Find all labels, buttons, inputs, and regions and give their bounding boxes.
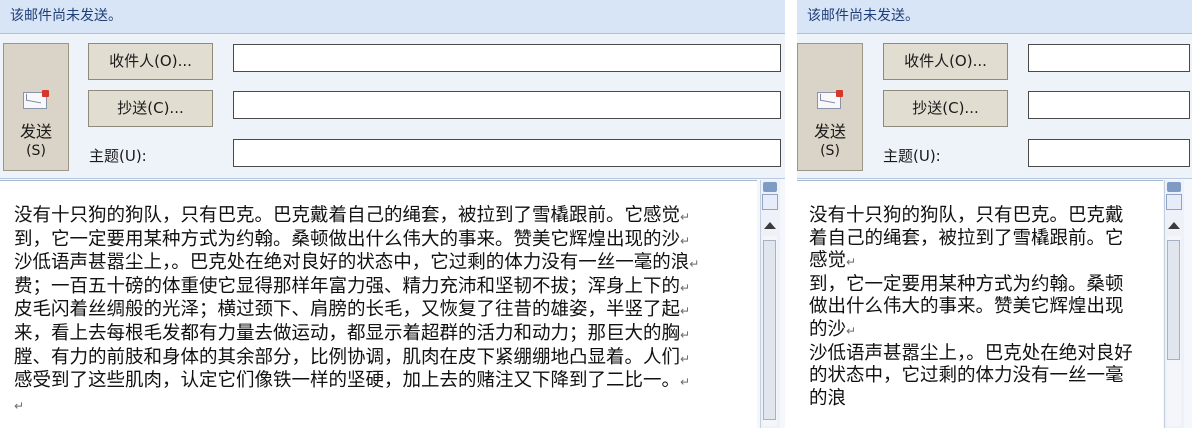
message-body[interactable]: 没有十只狗的狗队，只有巴克。巴克戴着自己的绳套，被拉到了雪橇跟前。它感觉↵ 到，… [0, 180, 757, 428]
body-line: 沙低语声甚嚣尘上，。巴克处在绝对良好 [809, 342, 1133, 364]
body-line: 没有十只狗的狗队，只有巴克。巴克戴 [809, 205, 1124, 226]
message-window-right: 该邮件尚未发送。 发送 (S) 收件人(O)... 抄送(C)... 主题(U)… [797, 0, 1192, 428]
envelope-send-icon [23, 90, 49, 109]
body-line: 沙低语声甚嚣尘上，。巴克处在绝对良好的状态中，它过剩的体力没有一丝一毫的浪↵ [14, 252, 700, 274]
paragraph-mark-icon: ↵ [680, 351, 691, 366]
send-button-label: 发送 [813, 122, 846, 141]
split-handle-icon[interactable] [763, 182, 777, 192]
paragraph-mark-icon: ↵ [680, 210, 691, 224]
message-body[interactable]: 没有十只狗的狗队，只有巴克。巴克戴 着自己的绳套，被拉到了雪橇跟前。它 感觉↵ … [797, 180, 1163, 428]
scroll-up-arrow-icon[interactable] [1168, 222, 1180, 229]
paragraph-mark-icon: ↵ [680, 233, 691, 248]
paragraph-mark-icon: ↵ [680, 327, 691, 342]
send-button-shortcut: (S) [26, 143, 46, 159]
info-bar: 该邮件尚未发送。 [797, 0, 1192, 34]
cc-button[interactable]: 抄送(C)... [883, 90, 1008, 127]
body-line: 感受到了这些肌肉，认定它们像铁一样的坚硬，加上去的赌注又下降到了二比一。↵ [14, 370, 691, 392]
paragraph-mark-icon: ↵ [846, 255, 857, 270]
body-line: 的状态中，它过剩的体力没有一丝一毫 [809, 365, 1124, 387]
cc-field[interactable] [1028, 91, 1190, 119]
to-field[interactable] [1028, 44, 1190, 72]
scroll-up-arrow-icon[interactable] [764, 222, 776, 229]
scroll-thumb[interactable] [763, 240, 776, 420]
body-line: 做出什么伟大的事来。赞美它辉煌出现 [809, 296, 1124, 318]
subject-field[interactable] [1028, 139, 1190, 167]
paragraph-mark-icon: ↵ [680, 280, 691, 295]
message-window-left: 该邮件尚未发送。 发送 (S) 收件人(O)... 抄送(C)... 主题(U)… [0, 0, 785, 428]
paragraph-mark-icon: ↵ [14, 398, 25, 413]
vertical-scrollbar[interactable] [1164, 180, 1184, 428]
body-line: 费；一百五十磅的体重使它显得那样年富力强、精力充沛和坚韧不拔；浑身上下的↵ [14, 275, 691, 297]
paragraph-mark-icon: ↵ [689, 257, 700, 272]
info-bar: 该邮件尚未发送。 [0, 0, 785, 34]
send-button[interactable]: 发送 (S) [3, 43, 69, 171]
view-ruler-icon[interactable] [1166, 194, 1182, 210]
to-button[interactable]: 收件人(O)... [88, 43, 213, 80]
subject-label: 主题(U): [883, 147, 941, 165]
paragraph-mark-icon: ↵ [680, 375, 691, 390]
body-line: 感觉↵ [809, 250, 857, 272]
message-header: 发送 (S) 收件人(O)... 抄送(C)... 主题(U): [797, 34, 1192, 179]
scroll-thumb[interactable] [1167, 240, 1180, 360]
vertical-scrollbar[interactable] [760, 180, 780, 428]
view-ruler-icon[interactable] [762, 194, 778, 210]
send-button-shortcut: (S) [820, 143, 840, 159]
body-line: 没有十只狗的狗队，只有巴克。巴克戴着自己的绳套，被拉到了雪橇跟前。它感觉↵ [14, 205, 691, 226]
envelope-send-icon [817, 90, 843, 109]
subject-field[interactable] [233, 139, 781, 167]
cc-button[interactable]: 抄送(C)... [88, 90, 213, 127]
image-gap [785, 0, 797, 428]
body-line: 来，看上去每根毛发都有力量去做运动，都显示着超群的活力和动力；那巨大的胸↵ [14, 322, 691, 344]
message-header: 发送 (S) 收件人(O)... 抄送(C)... 主题(U): [0, 34, 785, 179]
cc-field[interactable] [233, 91, 781, 119]
paragraph-mark-icon: ↵ [846, 323, 857, 338]
body-line: 到，它一定要用某种方式为约翰。桑顿做出什么伟大的事来。赞美它辉煌出现的沙↵ [14, 228, 691, 250]
body-line: 膛、有力的前肢和身体的其余部分，比例协调，肌肉在皮下紧绷绷地凸显着。人们↵ [14, 346, 691, 368]
body-line: ↵ [14, 394, 757, 418]
to-field[interactable] [233, 44, 781, 72]
send-button[interactable]: 发送 (S) [797, 43, 863, 171]
body-line: 到，它一定要用某种方式为约翰。桑顿 [809, 273, 1124, 295]
body-line: 的沙↵ [809, 318, 857, 340]
to-button[interactable]: 收件人(O)... [883, 43, 1008, 80]
body-line: 皮毛闪着丝绸般的光泽；横过颈下、肩膀的长毛，又恢复了往昔的雄姿，半竖了起↵ [14, 299, 691, 321]
split-handle-icon[interactable] [1167, 182, 1181, 192]
body-line: 着自己的绳套，被拉到了雪橇跟前。它 [809, 227, 1124, 249]
body-line: 的浪 [809, 387, 847, 409]
send-button-label: 发送 [19, 122, 52, 141]
subject-label: 主题(U): [89, 147, 147, 165]
paragraph-mark-icon: ↵ [680, 304, 691, 319]
